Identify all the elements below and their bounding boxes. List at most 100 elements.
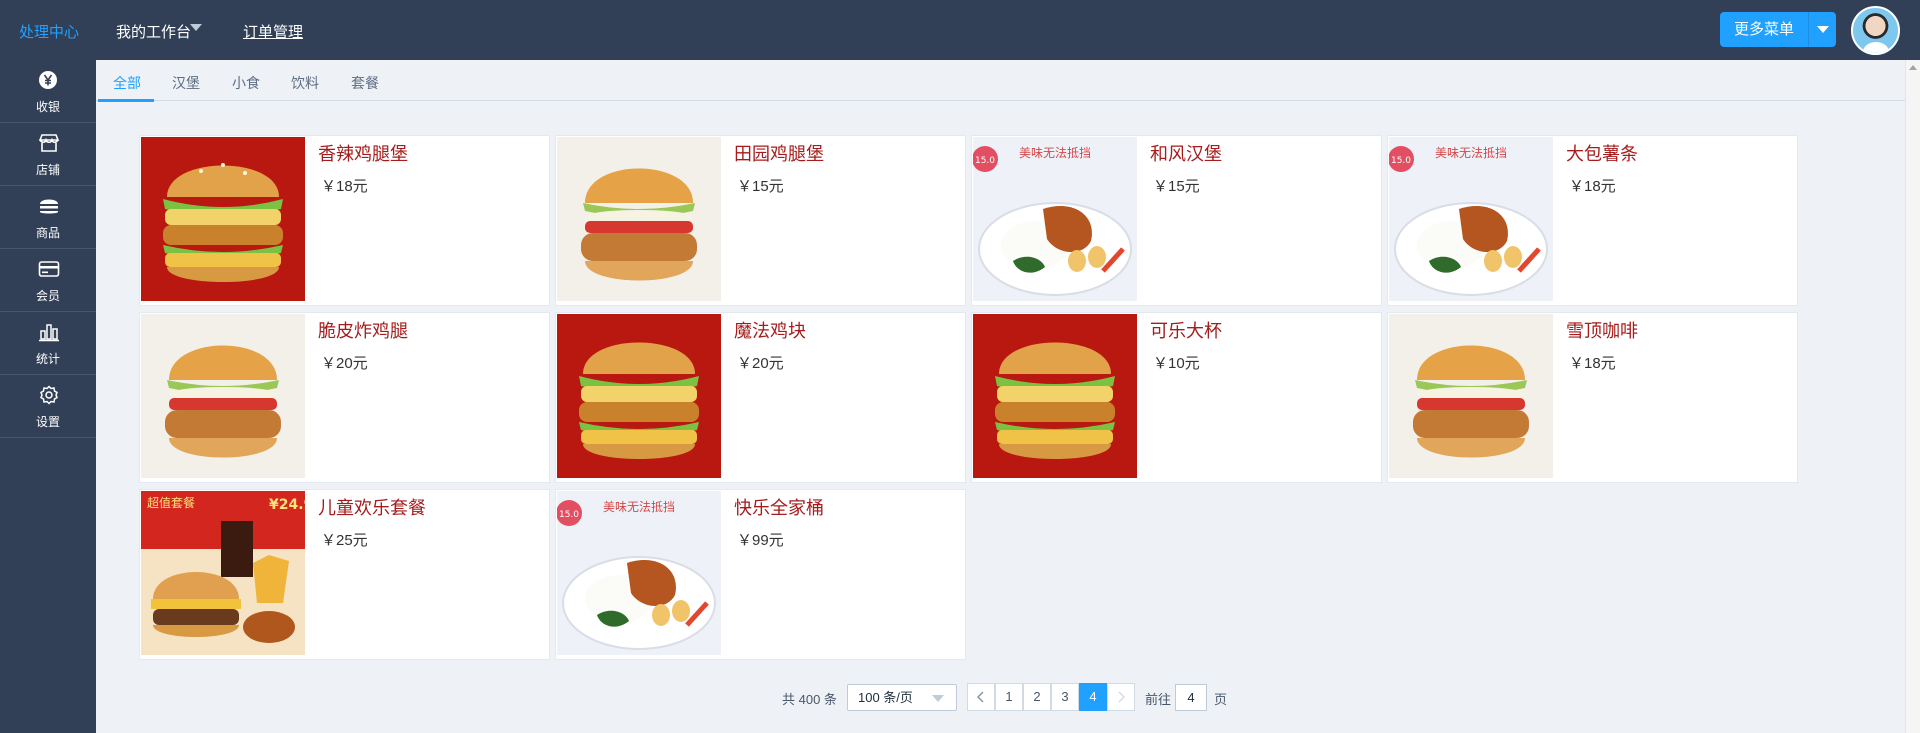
scroll-up-icon[interactable] <box>1909 65 1917 70</box>
page-size-value: 100 条/页 <box>858 690 913 705</box>
yen-icon <box>39 71 57 89</box>
product-price: ￥99元 <box>737 532 784 549</box>
active-tab-indicator <box>98 99 154 102</box>
gear-icon <box>40 385 58 405</box>
page-button-3[interactable]: 3 <box>1051 683 1079 711</box>
goto-page-input[interactable]: 4 <box>1175 684 1207 711</box>
top-navbar: 处理中心 我的工作台 订单管理 更多菜单 <box>0 0 1920 60</box>
sidebar-item-statistics[interactable]: 统计 <box>0 312 96 375</box>
product-card[interactable]: 脆皮炸鸡腿 ￥20元 <box>139 312 550 483</box>
page-scrollbar[interactable] <box>1905 60 1920 733</box>
product-card[interactable]: 美味无法抵挡 15.0 快乐全家桶 ￥99元 <box>555 489 966 660</box>
store-icon <box>38 134 60 152</box>
burger-icon <box>40 199 58 214</box>
tab-drinks[interactable]: 饮料 <box>291 73 319 93</box>
user-avatar[interactable] <box>1851 6 1900 55</box>
prev-page-button[interactable] <box>967 683 995 711</box>
product-image: 超值套餐 ¥24.9 <box>141 491 305 655</box>
product-card[interactable]: 雪顶咖啡 ￥18元 <box>1387 312 1798 483</box>
svg-text:15.0: 15.0 <box>975 156 995 166</box>
product-price: ￥15元 <box>737 178 784 195</box>
product-card[interactable]: 超值套餐 ¥24.9 儿童欢乐套餐 ￥25元 <box>139 489 550 660</box>
nav-brand[interactable]: 处理中心 <box>19 21 79 42</box>
caret-down-icon <box>1817 26 1829 33</box>
sidebar-item-label: 统计 <box>35 352 60 366</box>
page-suffix: 页 <box>1214 692 1228 707</box>
product-image <box>1389 314 1553 478</box>
chart-icon <box>39 324 59 342</box>
product-name: 大包薯条 <box>1566 144 1638 164</box>
tab-snacks[interactable]: 小食 <box>232 73 260 93</box>
page-size-select[interactable]: 100 条/页 <box>847 684 957 711</box>
product-price: ￥20元 <box>737 355 784 372</box>
product-card[interactable]: 魔法鸡块 ￥20元 <box>555 312 966 483</box>
goto-label: 前往 <box>1145 692 1172 707</box>
product-card[interactable]: 香辣鸡腿堡 ￥18元 <box>139 135 550 306</box>
tab-burgers[interactable]: 汉堡 <box>172 73 200 93</box>
chevron-right-icon <box>1118 691 1125 703</box>
page-button-1[interactable]: 1 <box>995 683 1023 711</box>
chevron-down-icon <box>932 695 944 702</box>
svg-text:美味无法抵挡: 美味无法抵挡 <box>1019 146 1091 160</box>
more-menu-dropdown-toggle[interactable] <box>1808 12 1836 47</box>
sidebar-item-settings[interactable]: 设置 <box>0 375 96 438</box>
product-image <box>557 137 721 301</box>
nav-workbench[interactable]: 我的工作台 <box>116 21 191 42</box>
category-tabs: 全部 汉堡 小食 饮料 套餐 <box>96 60 1905 101</box>
svg-text:美味无法抵挡: 美味无法抵挡 <box>1435 146 1507 160</box>
product-image <box>557 314 721 478</box>
svg-text:¥24.9: ¥24.9 <box>269 497 305 513</box>
next-page-button[interactable] <box>1107 683 1135 711</box>
product-price: ￥18元 <box>1569 178 1616 195</box>
svg-text:超值套餐: 超值套餐 <box>147 495 195 510</box>
sidebar-item-label: 设置 <box>35 415 60 429</box>
product-name: 田园鸡腿堡 <box>734 144 824 164</box>
product-card[interactable]: 美味无法抵挡 15.0 和风汉堡 ￥15元 <box>971 135 1382 306</box>
product-price: ￥18元 <box>321 178 368 195</box>
card-icon <box>38 261 60 277</box>
product-price: ￥25元 <box>321 532 368 549</box>
tab-all[interactable]: 全部 <box>113 73 141 93</box>
page-button-4[interactable]: 4 <box>1079 683 1107 711</box>
chevron-down-icon[interactable] <box>190 24 202 31</box>
product-name: 脆皮炸鸡腿 <box>318 321 408 341</box>
chevron-left-icon <box>977 691 984 703</box>
sidebar-item-products[interactable]: 商品 <box>0 186 96 249</box>
product-image <box>141 314 305 478</box>
product-price: ￥20元 <box>321 355 368 372</box>
sidebar-item-label: 收银 <box>35 100 60 114</box>
page-button-2[interactable]: 2 <box>1023 683 1051 711</box>
product-image <box>973 314 1137 478</box>
product-price: ￥18元 <box>1569 355 1616 372</box>
sidebar-item-label: 商品 <box>35 226 60 240</box>
svg-text:15.0: 15.0 <box>1391 156 1411 166</box>
product-name: 雪顶咖啡 <box>1566 321 1638 341</box>
product-name: 魔法鸡块 <box>734 321 806 341</box>
product-name: 可乐大杯 <box>1150 321 1222 341</box>
product-card[interactable]: 田园鸡腿堡 ￥15元 <box>555 135 966 306</box>
product-name: 香辣鸡腿堡 <box>318 144 408 164</box>
nav-orders[interactable]: 订单管理 <box>243 21 303 42</box>
product-image <box>141 137 305 301</box>
sidebar-item-members[interactable]: 会员 <box>0 249 96 312</box>
sidebar-item-store[interactable]: 店铺 <box>0 123 96 186</box>
svg-text:15.0: 15.0 <box>559 510 579 520</box>
product-card[interactable]: 可乐大杯 ￥10元 <box>971 312 1382 483</box>
pagination-total: 共 400 条 <box>782 692 837 707</box>
product-price: ￥15元 <box>1153 178 1200 195</box>
sidebar-item-cashier[interactable]: 收银 <box>0 60 96 123</box>
product-card[interactable]: 美味无法抵挡 15.0 大包薯条 ￥18元 <box>1387 135 1798 306</box>
product-name: 快乐全家桶 <box>734 498 824 518</box>
product-image: 美味无法抵挡 15.0 <box>1389 137 1553 301</box>
tab-combos[interactable]: 套餐 <box>351 73 379 93</box>
sidebar-item-label: 店铺 <box>35 163 60 177</box>
product-price: ￥10元 <box>1153 355 1200 372</box>
sidebar: 收银 店铺 商品 会员 统计 设置 <box>0 60 96 733</box>
svg-text:美味无法抵挡: 美味无法抵挡 <box>603 500 675 514</box>
product-name: 和风汉堡 <box>1150 144 1222 164</box>
product-image: 美味无法抵挡 15.0 <box>973 137 1137 301</box>
product-name: 儿童欢乐套餐 <box>318 498 426 518</box>
product-image: 美味无法抵挡 15.0 <box>557 491 721 655</box>
more-menu-button[interactable]: 更多菜单 <box>1720 12 1808 47</box>
sidebar-item-label: 会员 <box>35 289 60 303</box>
